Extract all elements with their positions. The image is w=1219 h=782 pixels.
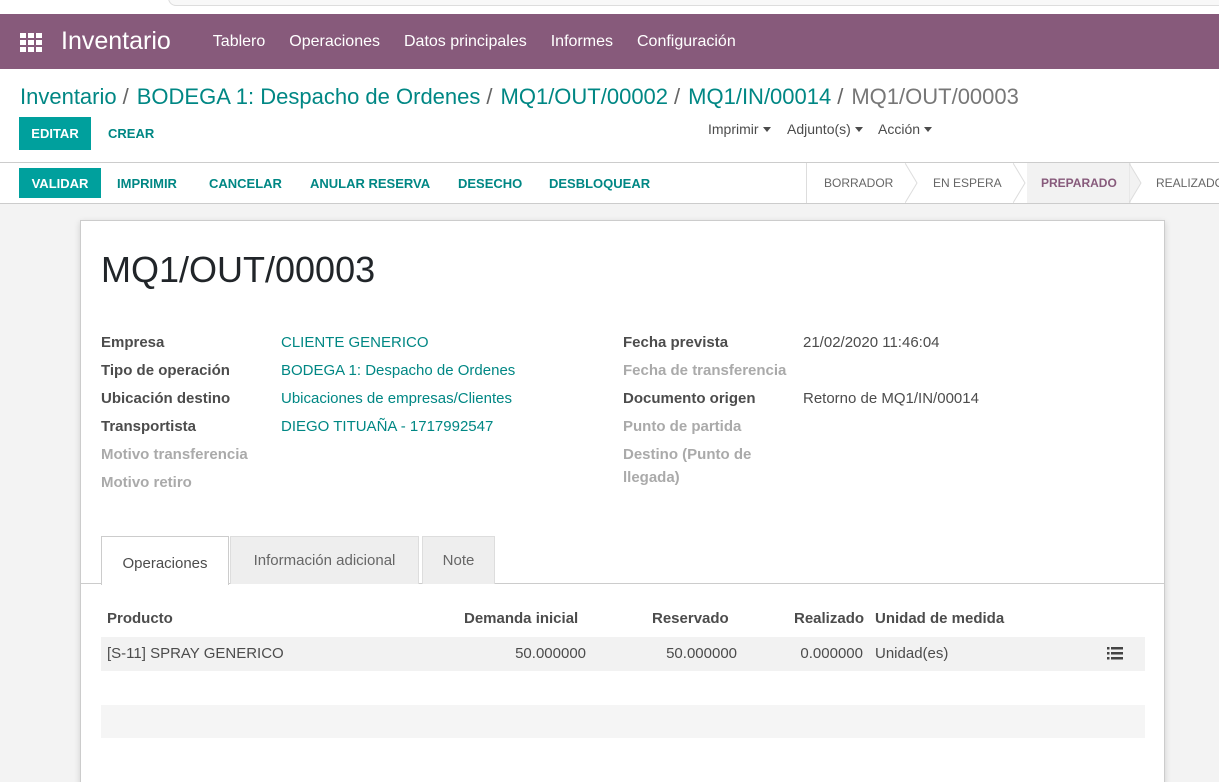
breadcrumb-separator: /	[837, 84, 844, 109]
attachments-dropdown[interactable]: Adjunto(s)	[787, 121, 863, 137]
column-header-producto[interactable]: Producto	[107, 610, 173, 627]
stage-separator-icon	[1129, 163, 1142, 203]
cell-realizado: 0.000000	[800, 645, 863, 662]
breadcrumb-separator: /	[486, 84, 493, 109]
breadcrumb-separator: /	[674, 84, 681, 109]
breadcrumb-inventario[interactable]: Inventario	[20, 84, 117, 109]
address-bar[interactable]	[168, 0, 1219, 6]
tab-informacion-adicional[interactable]: Información adicional	[230, 536, 419, 584]
breadcrumb-current: MQ1/OUT/00003	[851, 84, 1019, 109]
action-dropdown-label: Acción	[878, 121, 921, 137]
stage-preparado[interactable]: PREPARADO	[1027, 163, 1131, 203]
app-brand[interactable]: Inventario	[61, 27, 171, 56]
record-title: MQ1/OUT/00003	[101, 249, 376, 290]
edit-button[interactable]: EDITAR	[19, 117, 91, 150]
menu-datos-principales[interactable]: Datos principales	[404, 33, 527, 51]
form-statusbar: VALIDAR IMPRIMIR CANCELAR ANULAR RESERVA…	[0, 163, 1219, 204]
motivo-retiro-label: Motivo retiro	[101, 474, 192, 491]
ubicacion-destino-value[interactable]: Ubicaciones de empresas/Clientes	[281, 390, 512, 407]
empresa-value[interactable]: CLIENTE GENERICO	[281, 334, 429, 351]
cancel-button[interactable]: CANCELAR	[209, 168, 282, 198]
documento-origen-label: Documento origen	[623, 390, 756, 407]
apps-menu-icon[interactable]	[20, 32, 42, 52]
cell-reservado: 50.000000	[666, 645, 737, 662]
fecha-prevista-value: 21/02/2020 11:46:04	[803, 334, 940, 351]
attachments-dropdown-label: Adjunto(s)	[787, 121, 851, 137]
menu-configuracion[interactable]: Configuración	[637, 33, 736, 51]
breadcrumb: Inventario / BODEGA 1: Despacho de Ordenes…	[20, 84, 1019, 110]
menu-tablero[interactable]: Tablero	[213, 33, 265, 51]
destino-label-line2: llegada)	[623, 469, 680, 486]
tab-note[interactable]: Note	[422, 536, 495, 584]
caret-down-icon	[924, 126, 933, 132]
tab-operaciones[interactable]: Operaciones	[101, 536, 229, 585]
column-header-realizado[interactable]: Realizado	[794, 610, 864, 627]
top-navbar: Inventario Tablero Operaciones Datos pri…	[0, 14, 1219, 69]
status-stages: BORRADOR EN ESPERA PREPARADO REALIZADO	[806, 163, 1219, 203]
print-button[interactable]: IMPRIMIR	[117, 168, 177, 198]
detailed-operations-list-icon[interactable]	[1107, 647, 1123, 660]
form-sheet: MQ1/OUT/00003 Empresa CLIENTE GENERICO T…	[80, 220, 1165, 782]
breadcrumb-bodega[interactable]: BODEGA 1: Despacho de Ordenes	[137, 84, 481, 109]
fecha-prevista-label: Fecha prevista	[623, 334, 729, 351]
ubicacion-destino-label: Ubicación destino	[101, 390, 231, 407]
table-row[interactable]: [S-11] SPRAY GENERICO 50.000000 50.00000…	[101, 637, 1145, 671]
validate-button[interactable]: VALIDAR	[19, 168, 101, 198]
stage-separator-icon	[1013, 163, 1026, 203]
caret-down-icon	[762, 126, 771, 132]
transportista-label: Transportista	[101, 418, 197, 435]
punto-partida-label: Punto de partida	[623, 418, 742, 435]
stage-borrador[interactable]: BORRADOR	[807, 163, 907, 203]
action-dropdown[interactable]: Acción	[878, 121, 933, 137]
cell-demanda-inicial: 50.000000	[515, 645, 586, 662]
stage-separator-icon	[905, 163, 918, 203]
fecha-transferencia-label: Fecha de transferencia	[623, 362, 787, 379]
breadcrumb-out-00002[interactable]: MQ1/OUT/00002	[501, 84, 669, 109]
cell-producto: [S-11] SPRAY GENERICO	[107, 645, 284, 662]
transportista-value[interactable]: DIEGO TITUAÑA - 1717992547	[281, 418, 493, 435]
stage-en-espera[interactable]: EN ESPERA	[919, 163, 1015, 203]
tipo-operacion-value[interactable]: BODEGA 1: Despacho de Ordenes	[281, 362, 515, 379]
tipo-operacion-label: Tipo de operación	[101, 362, 230, 379]
column-header-demanda-inicial[interactable]: Demanda inicial	[464, 610, 578, 627]
create-button[interactable]: CREAR	[108, 117, 154, 150]
empty-table-row	[101, 705, 1145, 738]
print-dropdown-label: Imprimir	[708, 121, 759, 137]
column-header-reservado[interactable]: Reservado	[652, 610, 729, 627]
destino-label-line1: Destino (Punto de	[623, 446, 752, 463]
empresa-label: Empresa	[101, 334, 165, 351]
menu-operaciones[interactable]: Operaciones	[289, 33, 380, 51]
motivo-transferencia-label: Motivo transferencia	[101, 446, 248, 463]
cell-unidad-medida: Unidad(es)	[875, 645, 949, 662]
caret-down-icon	[854, 126, 863, 132]
unreserve-button[interactable]: ANULAR RESERVA	[310, 168, 430, 198]
print-dropdown[interactable]: Imprimir	[708, 121, 771, 137]
browser-address-strip	[0, 0, 1219, 14]
breadcrumb-in-00014[interactable]: MQ1/IN/00014	[688, 84, 831, 109]
scrap-button[interactable]: DESECHO	[458, 168, 522, 198]
unlock-button[interactable]: DESBLOQUEAR	[549, 168, 650, 198]
documento-origen-value: Retorno de MQ1/IN/00014	[803, 390, 979, 407]
notebook-tabs: Operaciones Información adicional Note	[81, 536, 1164, 585]
breadcrumb-separator: /	[122, 84, 129, 109]
column-header-unidad-medida[interactable]: Unidad de medida	[875, 610, 1004, 627]
control-panel: Inventario / BODEGA 1: Despacho de Ordenes…	[0, 69, 1219, 163]
stage-realizado[interactable]: REALIZADO	[1143, 163, 1219, 203]
menu-informes[interactable]: Informes	[551, 33, 613, 51]
